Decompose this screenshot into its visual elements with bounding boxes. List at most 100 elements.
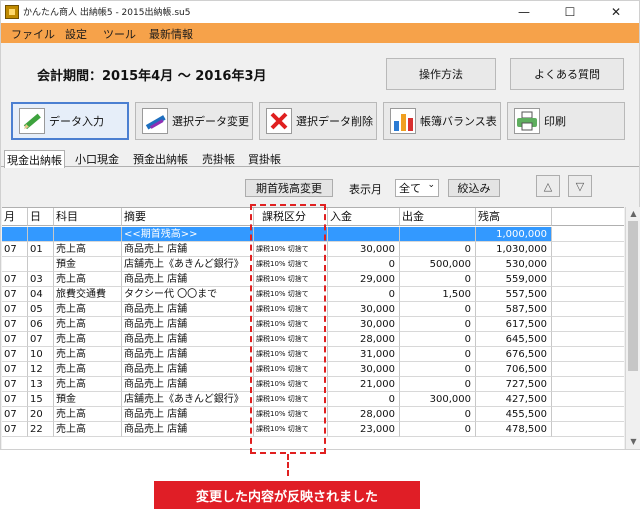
edit-pen-icon: [142, 108, 168, 134]
cell-withdrawal: 0: [400, 377, 476, 392]
cell-account: 売上高: [54, 407, 122, 422]
cell-month: 07: [2, 347, 28, 362]
window-title: かんたん商人 出納帳5 - 2015出納帳.su5: [23, 8, 191, 18]
table-row[interactable]: 07 20 売上高 商品売上 店舗 課税10% 切捨て 28,000 0 455,500: [2, 407, 624, 422]
table-row[interactable]: 07 05 売上高 商品売上 店舗 課税10% 切捨て 30,000 0 587,500: [2, 302, 624, 317]
cell-balance: 455,500: [476, 407, 552, 422]
menu-latest-info[interactable]: 最新情報: [149, 26, 193, 42]
tab-cash-ledger[interactable]: 現金出納帳: [4, 150, 65, 168]
scroll-thumb[interactable]: [628, 221, 638, 371]
cell-day: 07: [28, 332, 54, 347]
scroll-down-icon[interactable]: ▼: [626, 435, 640, 449]
data-entry-button[interactable]: データ入力: [11, 102, 129, 140]
header-summary: 摘要: [122, 208, 254, 226]
table-row[interactable]: 07 15 預金 店舗売上《あきんど銀行》 課税10% 切捨て 0 300,000 427,5…: [2, 392, 624, 407]
move-down-button[interactable]: ▽: [568, 175, 592, 197]
cell-deposit: 30,000: [328, 302, 400, 317]
cell-spacer: [552, 392, 624, 407]
cell-summary: 商品売上 店舗: [122, 272, 254, 287]
tab-receivables[interactable]: 売掛帳: [200, 150, 237, 167]
cell-withdrawal: 0: [400, 347, 476, 362]
faq-button[interactable]: よくある質問: [510, 58, 624, 90]
cell-spacer: [552, 332, 624, 347]
table-row[interactable]: 07 01 売上高 商品売上 店舗 課税10% 切捨て 30,000 0 1,030,000: [2, 242, 624, 257]
cell-account: 売上高: [54, 242, 122, 257]
cell-account: 売上高: [54, 377, 122, 392]
cell-spacer: [552, 407, 624, 422]
cell-day: [28, 227, 54, 242]
cell-tax: 課税10% 切捨て: [254, 272, 328, 287]
header-balance: 残高: [476, 208, 552, 226]
cell-spacer: [552, 317, 624, 332]
table-row[interactable]: 07 10 売上高 商品売上 店舗 課税10% 切捨て 31,000 0 676,500: [2, 347, 624, 362]
cell-account: 売上高: [54, 302, 122, 317]
ledger-table: 月 日 科目 摘要 課税区分 入金 出金 残高 <<期首残高>> 1,000,0…: [2, 207, 624, 449]
scroll-up-icon[interactable]: ▲: [626, 207, 640, 221]
tab-payables[interactable]: 買掛帳: [246, 150, 283, 167]
filter-button[interactable]: 絞込み: [448, 179, 500, 197]
cell-summary: 商品売上 店舗: [122, 242, 254, 257]
header-deposit: 入金: [328, 208, 400, 226]
cell-account: 預金: [54, 257, 122, 272]
cell-day: 10: [28, 347, 54, 362]
cell-deposit: 0: [328, 287, 400, 302]
callout-connector: [287, 454, 289, 476]
table-row[interactable]: 07 22 売上高 商品売上 店舗 課税10% 切捨て 23,000 0 478,500: [2, 422, 624, 437]
cell-tax: 課税10% 切捨て: [254, 407, 328, 422]
cell-month: 07: [2, 317, 28, 332]
cell-tax: 課税10% 切捨て: [254, 257, 328, 272]
cell-summary: 商品売上 店舗: [122, 422, 254, 437]
cell-spacer: [552, 227, 624, 242]
tab-deposit-ledger[interactable]: 預金出納帳: [131, 150, 190, 167]
move-up-button[interactable]: △: [536, 175, 560, 197]
change-selected-button[interactable]: 選択データ変更: [135, 102, 253, 140]
ledger-tabs: 現金出納帳 小口現金 預金出納帳 売掛帳 買掛帳: [1, 150, 639, 168]
cell-day: 22: [28, 422, 54, 437]
app-icon: [5, 5, 19, 19]
menu-file[interactable]: ファイル: [11, 26, 55, 42]
minimize-button[interactable]: —: [501, 1, 547, 23]
cell-summary: 店舗売上《あきんど銀行》: [122, 392, 254, 407]
table-row[interactable]: 07 13 売上高 商品売上 店舗 課税10% 切捨て 21,000 0 727,500: [2, 377, 624, 392]
cell-month: 07: [2, 287, 28, 302]
delete-selected-button[interactable]: 選択データ削除: [259, 102, 377, 140]
cell-deposit: 0: [328, 392, 400, 407]
cell-withdrawal: 500,000: [400, 257, 476, 272]
cell-account: 売上高: [54, 272, 122, 287]
opening-balance-button[interactable]: 期首残高変更: [245, 179, 333, 197]
menu-settings[interactable]: 設定: [65, 26, 87, 42]
delete-x-icon: [266, 108, 292, 134]
table-row[interactable]: 07 06 売上高 商品売上 店舗 課税10% 切捨て 30,000 0 617,500: [2, 317, 624, 332]
table-row[interactable]: 07 12 売上高 商品売上 店舗 課税10% 切捨て 30,000 0 706,500: [2, 362, 624, 377]
cell-day: [28, 257, 54, 272]
cell-balance: 427,500: [476, 392, 552, 407]
opening-balance-row[interactable]: <<期首残高>> 1,000,000: [2, 227, 624, 242]
maximize-button[interactable]: ☐: [547, 1, 593, 23]
cell-tax: 課税10% 切捨て: [254, 242, 328, 257]
table-row[interactable]: 07 03 売上高 商品売上 店舗 課税10% 切捨て 29,000 0 559,000: [2, 272, 624, 287]
table-row[interactable]: 預金 店舗売上《あきんど銀行》 課税10% 切捨て 0 500,000 530,000: [2, 257, 624, 272]
cell-day: 01: [28, 242, 54, 257]
tab-petty-cash[interactable]: 小口現金: [73, 150, 121, 167]
cell-summary: 商品売上 店舗: [122, 407, 254, 422]
table-row[interactable]: 07 07 売上高 商品売上 店舗 課税10% 切捨て 28,000 0 645,500: [2, 332, 624, 347]
menu-tools[interactable]: ツール: [103, 26, 136, 42]
header-day: 日: [28, 208, 54, 226]
balance-sheet-button[interactable]: 帳簿バランス表: [383, 102, 501, 140]
cell-deposit: 0: [328, 257, 400, 272]
cell-deposit: 31,000: [328, 347, 400, 362]
cell-withdrawal: 1,500: [400, 287, 476, 302]
print-button[interactable]: 印刷: [507, 102, 625, 140]
header-spacer: [552, 208, 624, 226]
pencil-icon: [19, 108, 45, 134]
month-select[interactable]: 全て ⌄: [395, 179, 439, 197]
howto-button[interactable]: 操作方法: [386, 58, 496, 90]
vertical-scrollbar[interactable]: ▲ ▼: [625, 207, 640, 449]
cell-account: [54, 227, 122, 242]
close-button[interactable]: ✕: [593, 1, 639, 23]
cell-summary: 商品売上 店舗: [122, 302, 254, 317]
cell-summary: 店舗売上《あきんど銀行》: [122, 257, 254, 272]
cell-tax: 課税10% 切捨て: [254, 377, 328, 392]
table-row[interactable]: 07 04 旅費交通費 タクシー代 〇〇まで 課税10% 切捨て 0 1,500 557,50…: [2, 287, 624, 302]
cell-balance: 587,500: [476, 302, 552, 317]
